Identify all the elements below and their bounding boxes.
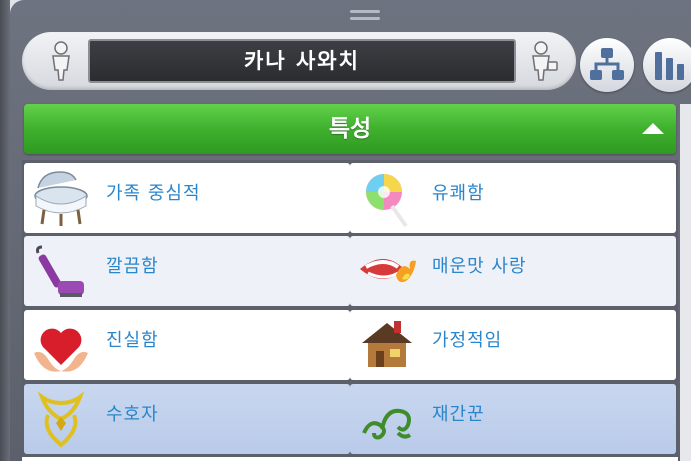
trait-label: 재간꾼	[432, 404, 485, 425]
sim-career-silhouette-icon[interactable]	[526, 40, 560, 82]
bar-chart-icon	[655, 52, 684, 80]
trait-label: 가족 중심적	[106, 183, 201, 204]
sim-name-field[interactable]: 카나 사와치	[88, 39, 516, 83]
traits-list: 가족 중심적 유쾌함 깔끔함 매운맛 사랑 진실함 가정적임 수호자 재간꾼	[22, 160, 678, 461]
trait-guardian[interactable]: 수호자	[24, 384, 350, 454]
trait-label: 가정적임	[432, 330, 503, 351]
next-row-edge	[22, 457, 678, 461]
stats-button[interactable]	[643, 38, 691, 92]
traits-section-header[interactable]: 특성	[24, 104, 676, 154]
sim-header: 카나 사와치	[22, 32, 576, 90]
fiery-mouth-icon	[354, 239, 420, 303]
trait-family-oriented[interactable]: 가족 중심적	[24, 163, 350, 233]
family-tree-icon	[590, 48, 624, 80]
bassinet-icon	[28, 166, 94, 230]
window-edge	[0, 0, 10, 461]
lollipop-icon	[354, 166, 420, 230]
vacuum-icon	[28, 239, 94, 303]
section-title: 특성	[328, 116, 372, 142]
scrollbar-track[interactable]	[680, 104, 691, 461]
sim-silhouette-icon[interactable]	[44, 40, 78, 82]
sim-info-panel: 카나 사와치 특성 가족 중심적 유쾌함 깔끔함 매운맛 사랑 진실함 가정적임…	[10, 0, 691, 461]
drag-handle[interactable]	[350, 10, 380, 22]
trait-label: 매운맛 사랑	[432, 256, 527, 277]
trait-label: 유쾌함	[432, 183, 485, 204]
green-swirl-icon	[354, 387, 420, 451]
family-tree-button[interactable]	[580, 38, 634, 92]
trait-homebody[interactable]: 가정적임	[350, 310, 676, 380]
house-icon	[354, 313, 420, 377]
collapse-arrow-icon[interactable]	[642, 123, 664, 134]
trait-cheerful[interactable]: 유쾌함	[350, 163, 676, 233]
trait-trickster[interactable]: 재간꾼	[350, 384, 676, 454]
heart-hands-icon	[28, 313, 94, 377]
trait-spice-lover[interactable]: 매운맛 사랑	[350, 236, 676, 306]
trait-label: 깔끔함	[106, 256, 159, 277]
trait-label: 진실함	[106, 330, 159, 351]
trait-label: 수호자	[106, 404, 159, 425]
trait-good[interactable]: 진실함	[24, 310, 350, 380]
guardian-emblem-icon	[28, 387, 94, 451]
trait-neat[interactable]: 깔끔함	[24, 236, 350, 306]
